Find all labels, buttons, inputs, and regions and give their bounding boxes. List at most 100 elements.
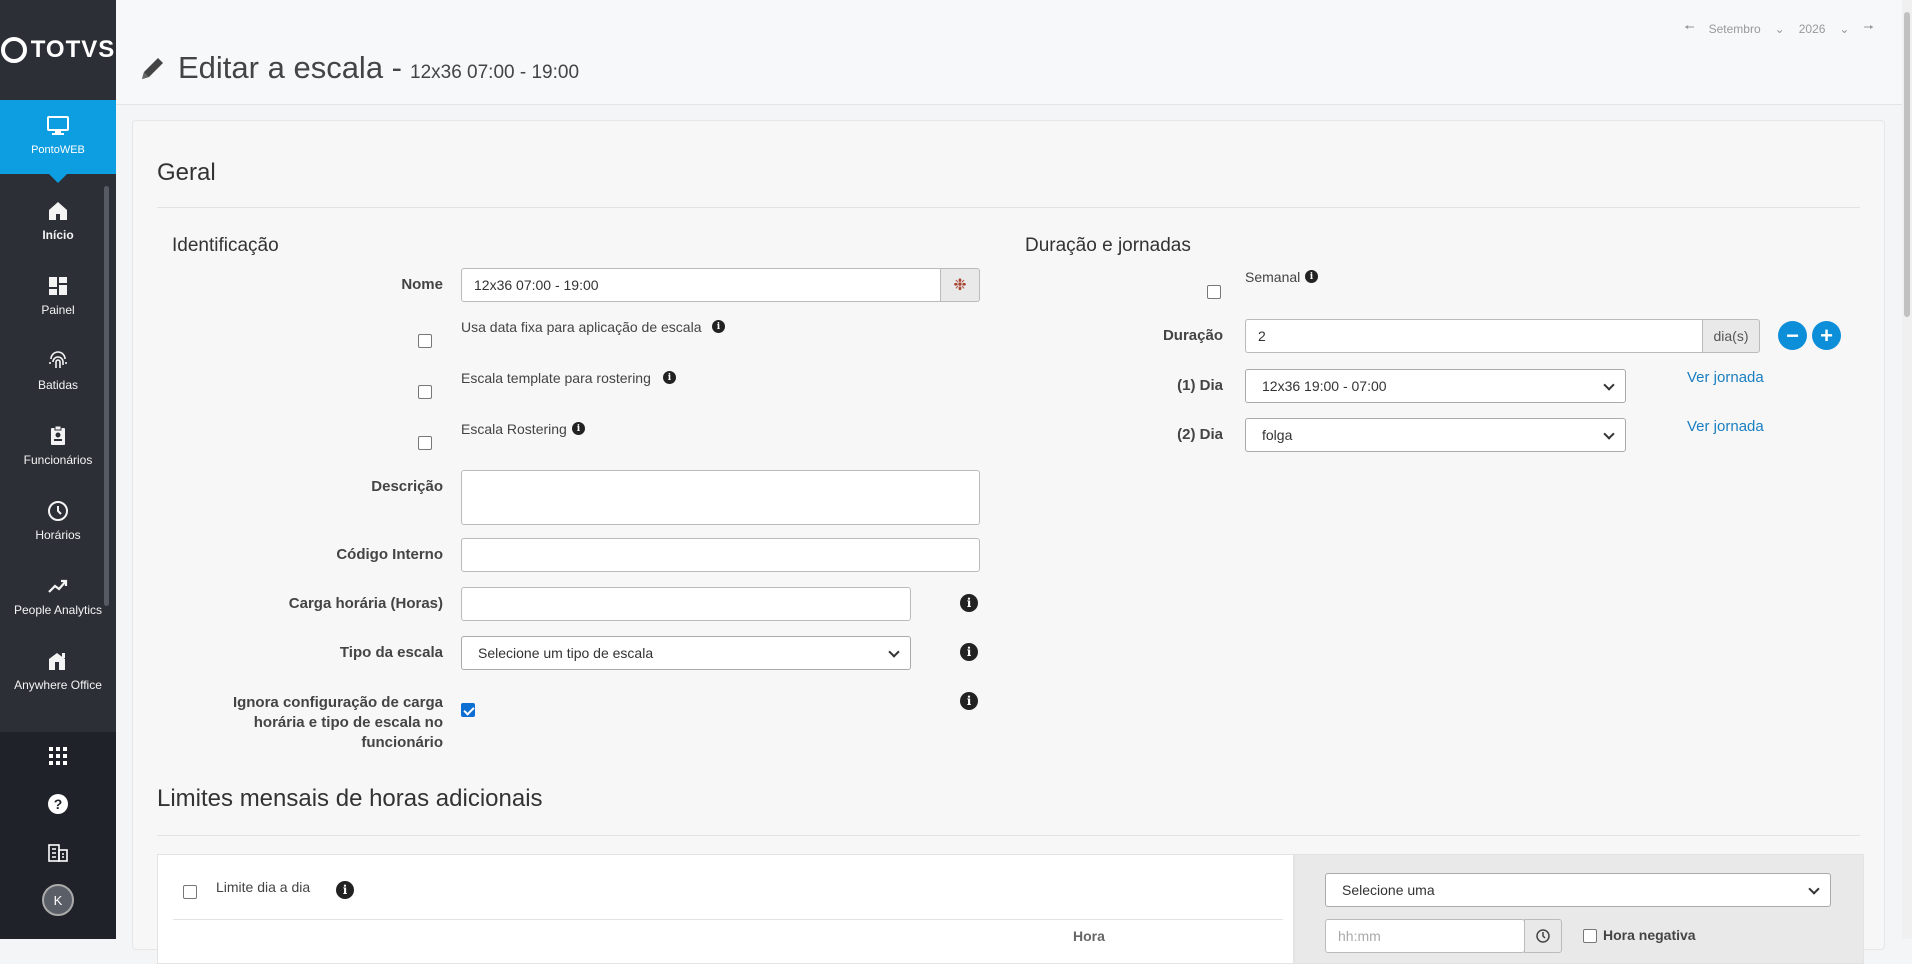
sidebar-item-people-analytics[interactable]: People Analytics [0, 561, 116, 636]
semanal-label: Semanal [1245, 269, 1301, 285]
svg-text:?: ? [54, 796, 63, 812]
home-icon [49, 202, 67, 220]
office-icon [49, 653, 65, 670]
sidebar-item-label: Anywhere Office [14, 678, 102, 692]
info-icon[interactable]: i [712, 320, 725, 333]
badge-icon [51, 425, 65, 445]
minus-icon: − [1786, 322, 1799, 348]
page-subtitle: 12x36 07:00 - 19:00 [410, 62, 580, 83]
hora-negativa-checkbox[interactable] [1583, 929, 1597, 943]
info-icon[interactable]: i [960, 643, 978, 661]
ver-jornada-2-link[interactable]: Ver jornada [1687, 418, 1764, 435]
grid-icon [49, 747, 67, 765]
sidebar: TOTVS PontoWEB Início Painel Batidas Fun… [0, 0, 116, 939]
sidebar-item-horarios[interactable]: Horários [0, 486, 116, 561]
minus-button[interactable]: − [1778, 321, 1807, 350]
limite-type-value: Selecione uma [1342, 882, 1435, 898]
sidebar-item-inicio[interactable]: Início [0, 186, 116, 261]
limite-panel: Limite dia a dia i Hora [157, 854, 1294, 964]
company-button[interactable] [0, 828, 116, 876]
dashboard-icon [49, 277, 67, 295]
info-icon[interactable]: i [960, 692, 978, 710]
plus-icon: + [1820, 322, 1833, 348]
carga-input[interactable] [461, 587, 911, 621]
sidebar-nav: Início Painel Batidas Funcionários Horár… [0, 186, 116, 711]
dia-2-label: (2) Dia [1177, 426, 1223, 443]
dia-2-value: folga [1262, 427, 1293, 443]
logo-text: TOTVS [30, 36, 116, 63]
descricao-label: Descrição [371, 478, 443, 495]
hora-column-header: Hora [1073, 928, 1105, 944]
help-icon: ? [48, 794, 68, 814]
ignora-checkbox[interactable] [461, 703, 475, 717]
info-icon[interactable]: i [663, 371, 676, 384]
tipo-select[interactable]: Selecione um tipo de escala [461, 636, 911, 670]
data-fixa-checkbox[interactable] [418, 334, 432, 348]
sidebar-item-anywhere-office[interactable]: Anywhere Office [0, 636, 116, 711]
sidebar-item-label: People Analytics [13, 603, 103, 617]
tipo-label: Tipo da escala [339, 644, 443, 661]
section-title-geral: Geral [157, 159, 216, 186]
dia-1-select[interactable]: 12x36 19:00 - 07:00 [1245, 369, 1626, 403]
codigo-input[interactable] [461, 538, 980, 572]
info-icon[interactable]: i [1305, 270, 1318, 283]
prev-arrow-icon[interactable]: 🠔 [1684, 18, 1695, 39]
tipo-select-value: Selecione um tipo de escala [478, 645, 654, 661]
divider [157, 207, 1860, 208]
divider [157, 835, 1860, 836]
divider [173, 919, 1283, 920]
limite-dia-checkbox[interactable] [183, 885, 197, 899]
help-button[interactable]: ? [0, 780, 116, 828]
user-menu[interactable]: K [0, 876, 116, 924]
year-value: 2026 [1798, 21, 1826, 36]
sidebar-item-batidas[interactable]: Batidas [0, 336, 116, 411]
main-card: Geral Identificação Nome 12x36 07:00 - 1… [132, 120, 1885, 964]
template-checkbox[interactable] [418, 385, 432, 399]
chevron-down-icon[interactable]: ⌄ [1775, 22, 1785, 36]
app-pontoweb[interactable]: PontoWEB [0, 100, 116, 183]
sidebar-item-label: Início [42, 228, 74, 242]
info-icon[interactable]: i [336, 881, 354, 899]
limite-dia-label: Limite dia a dia [216, 879, 311, 895]
year-select[interactable]: 2026 [1799, 22, 1826, 36]
info-icon[interactable]: i [572, 422, 585, 435]
info-icon[interactable]: i [960, 594, 978, 612]
chevron-down-icon[interactable]: ⌄ [1839, 22, 1849, 36]
ver-jornada-1-link[interactable]: Ver jornada [1687, 369, 1764, 386]
nome-label: Nome [401, 276, 443, 293]
avatar[interactable]: K [42, 884, 74, 916]
next-arrow-icon[interactable]: 🠖 [1863, 18, 1874, 39]
nome-input[interactable]: 12x36 07:00 - 19:00 [461, 268, 941, 302]
sidebar-item-funcionarios[interactable]: Funcionários [0, 411, 116, 486]
page-scrollbar[interactable] [1902, 0, 1912, 939]
sidebar-item-label: Painel [41, 303, 75, 317]
apps-button[interactable] [0, 732, 116, 780]
totvs-logo-icon [0, 37, 27, 63]
sidebar-scrollbar[interactable] [104, 186, 109, 606]
limite-type-select[interactable]: Selecione uma [1325, 873, 1831, 907]
trend-icon [48, 579, 68, 593]
plus-button[interactable]: + [1812, 321, 1841, 350]
date-navigator: 🠔 Setembro ⌄ 2026 ⌄ 🠖 [1684, 18, 1874, 39]
totvs-logo[interactable]: TOTVS [0, 0, 116, 100]
dia-2-select[interactable]: folga [1245, 418, 1626, 452]
section-title-limites: Limites mensais de horas adicionais [157, 785, 543, 812]
page-title: Editar a escala - 12x36 07:00 - 19:00 [138, 50, 579, 86]
carga-label: Carga horária (Horas) [288, 595, 443, 612]
hhmm-input[interactable]: hh:mm [1325, 919, 1525, 953]
rostering-label: Escala Rostering [461, 421, 567, 437]
sidebar-item-label: Batidas [37, 378, 79, 392]
duracao-input[interactable]: 2 [1245, 319, 1703, 353]
scrollbar-thumb[interactable] [1904, 12, 1910, 317]
rostering-checkbox[interactable] [418, 436, 432, 450]
group-title-duracao: Duração e jornadas [1025, 235, 1191, 256]
month-select[interactable]: Setembro [1709, 22, 1761, 36]
page-title-text: Editar a escala - [178, 50, 402, 85]
descricao-textarea[interactable] [461, 470, 980, 525]
pencil-icon [142, 58, 163, 79]
sidebar-item-painel[interactable]: Painel [0, 261, 116, 336]
template-label: Escala template para rostering [461, 370, 651, 386]
clock-addon [1524, 919, 1562, 953]
semanal-checkbox[interactable] [1207, 285, 1221, 299]
sidebar-item-label: Horários [35, 528, 81, 542]
